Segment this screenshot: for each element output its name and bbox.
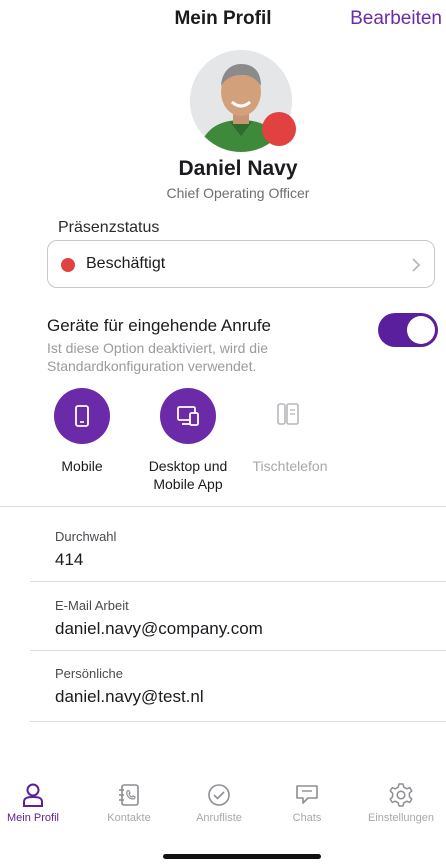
devices-subtitle: Ist diese Option deaktiviert, wird die S… — [47, 340, 268, 374]
tab-label: Einstellungen — [367, 812, 435, 824]
desktop-mobile-device-button[interactable] — [160, 388, 216, 444]
tab-mein-profil[interactable]: Mein Profil — [0, 780, 78, 824]
devices-title: Geräte für eingehende Anrufe — [47, 316, 271, 335]
person-icon — [23, 783, 43, 807]
header: Mein Profil Bearbeiten — [0, 0, 446, 40]
presence-status-dot — [262, 112, 296, 146]
work-email-label: E-Mail Arbeit — [55, 598, 129, 613]
mobile-phone-icon — [75, 405, 89, 427]
mobile-device-button[interactable] — [54, 388, 110, 444]
profile-role: Chief Operating Officer — [166, 185, 310, 201]
personal-email-label: Persönliche — [55, 666, 123, 681]
profile-name: Daniel Navy — [178, 157, 298, 180]
tab-label: Chats — [292, 812, 322, 824]
tab-label: Mein Profil — [7, 812, 59, 824]
desktop-and-mobile-icon — [177, 406, 199, 426]
extension-label: Durchwahl — [55, 529, 117, 544]
desk-phone-icon[interactable] — [276, 400, 300, 428]
work-email-value[interactable]: daniel.navy@company.com — [55, 619, 263, 639]
address-book-icon — [119, 784, 139, 806]
tab-einstellungen[interactable]: Einstellungen — [356, 780, 446, 824]
personal-email-value[interactable]: daniel.navy@test.nl — [55, 687, 204, 707]
busy-status-dot — [61, 258, 75, 272]
call-history-icon — [208, 784, 230, 806]
field-divider — [30, 581, 446, 582]
field-divider — [30, 721, 446, 722]
edit-button[interactable]: Bearbeiten — [350, 8, 442, 30]
device-label-desk-phone: Tischtelefon — [252, 458, 328, 474]
chat-icon — [296, 785, 318, 804]
gear-icon — [389, 783, 413, 807]
bottom-tab-bar: Mein Profil Kontakte Anrufliste Chats Ei… — [0, 780, 446, 840]
chevron-right-icon — [412, 258, 421, 272]
tab-kontakte[interactable]: Kontakte — [84, 780, 174, 824]
presence-status-selector[interactable]: Beschäftigt — [47, 240, 435, 288]
presence-status-label: Beschäftigt — [86, 255, 166, 272]
field-divider — [30, 650, 446, 651]
avatar[interactable] — [190, 50, 296, 152]
extension-value[interactable]: 414 — [55, 550, 83, 570]
toggle-knob — [407, 316, 435, 344]
incoming-devices-toggle[interactable] — [378, 313, 438, 347]
tab-label: Anrufliste — [196, 812, 242, 824]
home-indicator — [163, 854, 321, 859]
tab-chats[interactable]: Chats — [262, 780, 352, 824]
section-divider — [0, 506, 446, 507]
device-label-desktop-mobile: Desktop und Mobile App — [148, 458, 228, 492]
device-label-mobile: Mobile — [61, 458, 103, 474]
tab-anrufliste[interactable]: Anrufliste — [174, 780, 264, 824]
tab-label: Kontakte — [107, 812, 151, 824]
presence-section-label: Präsenzstatus — [58, 219, 160, 236]
